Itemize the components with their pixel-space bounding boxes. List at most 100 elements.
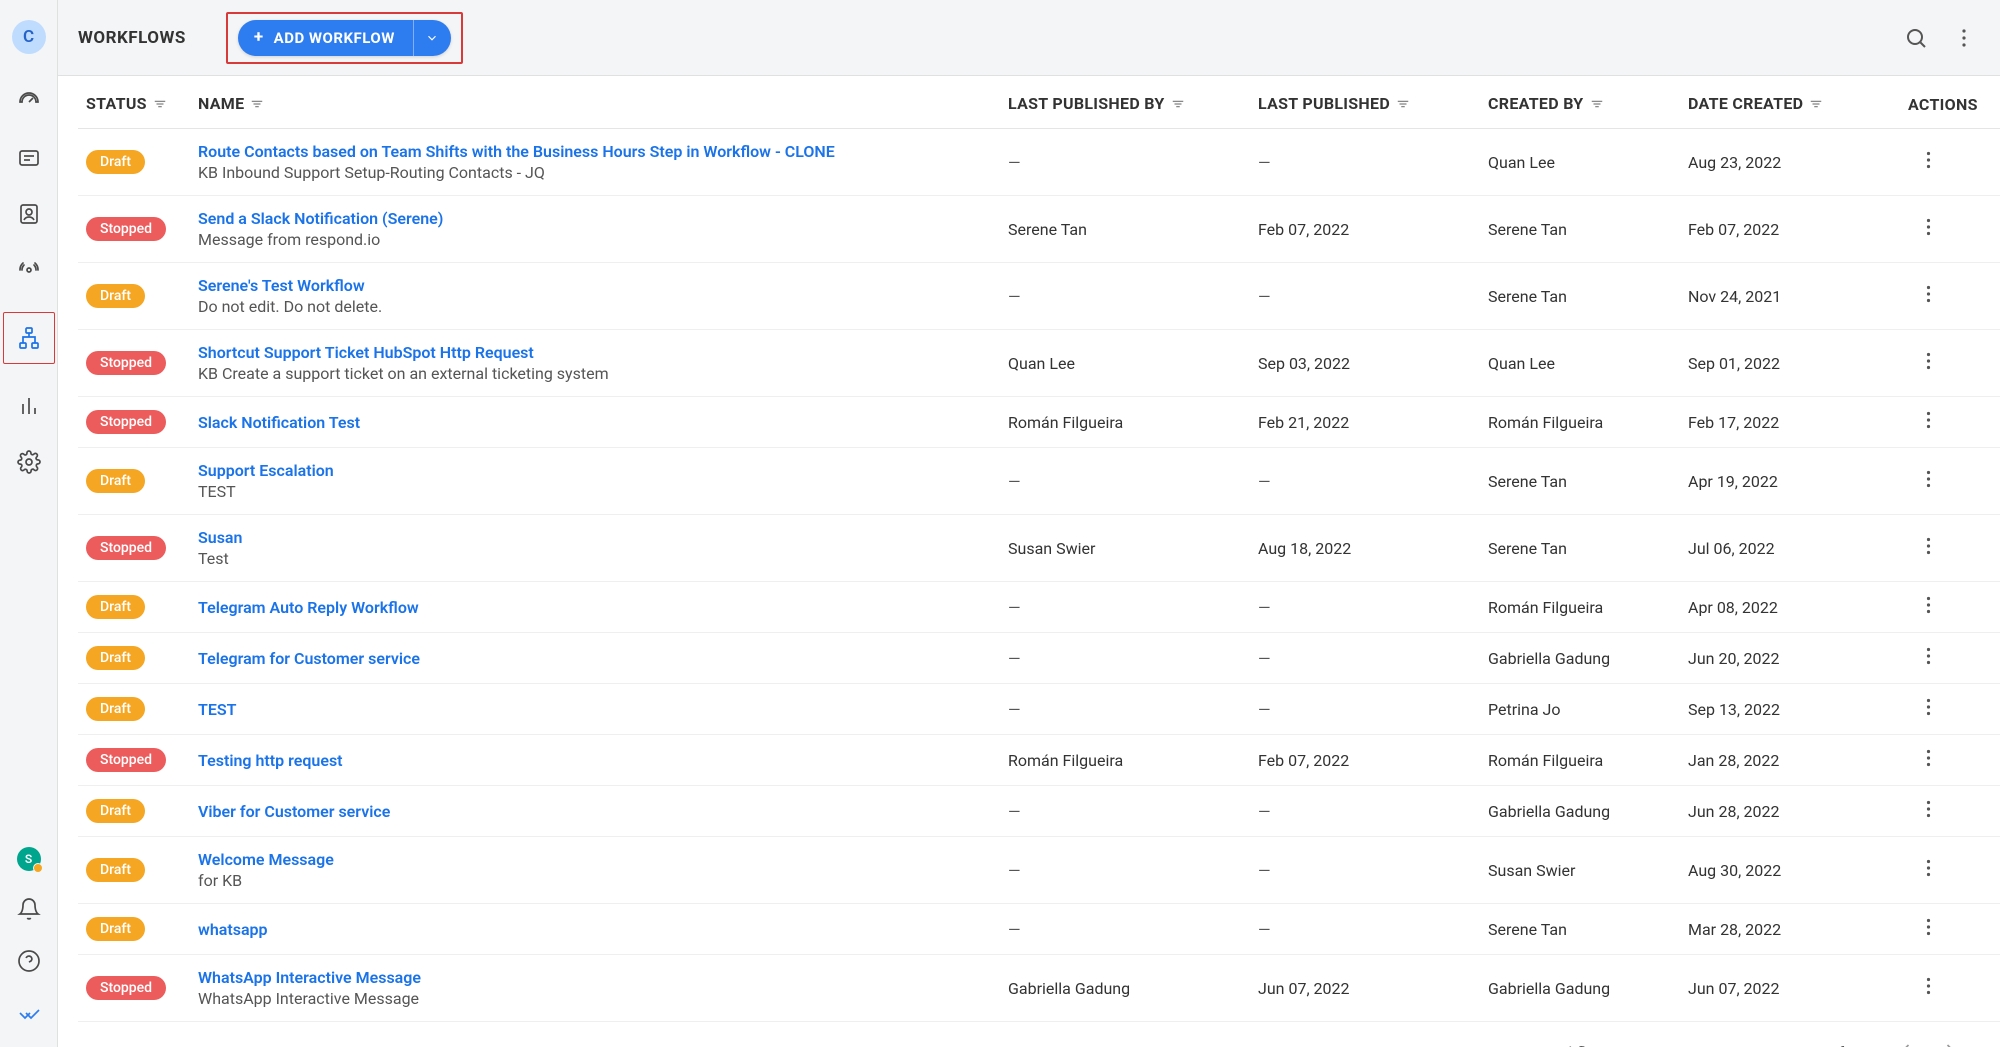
workflow-title[interactable]: TEST xyxy=(198,700,992,719)
workflow-title[interactable]: Support Escalation xyxy=(198,461,992,480)
cell-date-created: Feb 07, 2022 xyxy=(1680,196,1900,263)
col-header-last-pub[interactable]: LAST PUBLISHED xyxy=(1250,76,1480,129)
table-row: Stopped Testing http request Román Filgu… xyxy=(78,735,2000,786)
help-icon[interactable] xyxy=(15,947,43,975)
cell-date-created: Nov 24, 2021 xyxy=(1680,263,1900,330)
topbar-right xyxy=(1904,26,1976,50)
settings-icon[interactable] xyxy=(15,448,43,476)
bell-icon[interactable] xyxy=(15,895,43,923)
cell-created-by: Susan Swier xyxy=(1480,837,1680,904)
cell-created-by: Serene Tan xyxy=(1480,263,1680,330)
cell-last-pub: — xyxy=(1250,263,1480,330)
row-actions-button[interactable] xyxy=(1908,414,1931,433)
add-workflow-button[interactable]: + ADD WORKFLOW xyxy=(238,20,413,56)
workflow-title[interactable]: Welcome Message xyxy=(198,850,992,869)
status-badge: Draft xyxy=(86,858,145,882)
row-actions-button[interactable] xyxy=(1908,473,1931,492)
contacts-icon[interactable] xyxy=(15,200,43,228)
status-badge: Stopped xyxy=(86,976,166,1000)
cell-created-by: Serene Tan xyxy=(1480,515,1680,582)
col-header-name[interactable]: NAME xyxy=(198,76,1000,129)
more-icon[interactable] xyxy=(1952,26,1976,50)
row-actions-button[interactable] xyxy=(1908,355,1931,374)
pager-prev[interactable] xyxy=(1896,1040,1916,1047)
inbox-icon[interactable] xyxy=(15,144,43,172)
cell-last-pub: — xyxy=(1250,837,1480,904)
page-title: WORKFLOWS xyxy=(78,28,186,48)
workspace-avatar[interactable]: C xyxy=(12,20,46,54)
cell-last-pub-by: — xyxy=(1000,904,1250,955)
cell-date-created: Sep 01, 2022 xyxy=(1680,330,1900,397)
workflow-title[interactable]: Susan xyxy=(198,528,992,547)
status-badge: Stopped xyxy=(86,410,166,434)
row-actions-button[interactable] xyxy=(1908,650,1931,669)
cell-last-pub-by: Román Filgueira xyxy=(1000,735,1250,786)
cell-created-by: Quan Lee xyxy=(1480,129,1680,196)
workflow-title[interactable]: Send a Slack Notification (Serene) xyxy=(198,209,992,228)
cell-date-created: Aug 30, 2022 xyxy=(1680,837,1900,904)
workflow-title[interactable]: Telegram Auto Reply Workflow xyxy=(198,598,992,617)
table-row: Stopped SusanTest Susan Swier Aug 18, 20… xyxy=(78,515,2000,582)
cell-created-by: Gabriella Gadung xyxy=(1480,955,1680,1022)
cell-created-by: Serene Tan xyxy=(1480,904,1680,955)
status-badge: Draft xyxy=(86,595,145,619)
pager-nav xyxy=(1896,1040,1960,1047)
col-header-date-created[interactable]: DATE CREATED xyxy=(1680,76,1900,129)
workflow-title[interactable]: Slack Notification Test xyxy=(198,413,992,432)
col-header-last-pub-by[interactable]: LAST PUBLISHED BY xyxy=(1000,76,1250,129)
col-header-created-by[interactable]: CREATED BY xyxy=(1480,76,1680,129)
table-row: Draft TEST — — Petrina Jo Sep 13, 2022 xyxy=(78,684,2000,735)
cell-created-by: Serene Tan xyxy=(1480,448,1680,515)
col-header-status[interactable]: STATUS xyxy=(78,76,198,129)
cell-last-pub: — xyxy=(1250,786,1480,837)
workflow-title[interactable]: whatsapp xyxy=(198,920,992,939)
cell-date-created: Sep 13, 2022 xyxy=(1680,684,1900,735)
cell-last-pub: Feb 07, 2022 xyxy=(1250,196,1480,263)
row-actions-button[interactable] xyxy=(1908,980,1931,999)
cell-date-created: Jul 06, 2022 xyxy=(1680,515,1900,582)
workflow-title[interactable]: Testing http request xyxy=(198,751,992,770)
cell-last-pub-by: Susan Swier xyxy=(1000,515,1250,582)
row-actions-button[interactable] xyxy=(1908,288,1931,307)
row-actions-button[interactable] xyxy=(1908,154,1931,173)
pager-next[interactable] xyxy=(1940,1040,1960,1047)
cell-created-by: Román Filgueira xyxy=(1480,735,1680,786)
workflow-title[interactable]: WhatsApp Interactive Message xyxy=(198,968,992,987)
pager-range: 26-49 of 49 xyxy=(1785,1043,1866,1047)
pager-per-page[interactable]: 25 xyxy=(1715,1043,1755,1047)
broadcast-icon[interactable] xyxy=(15,256,43,284)
row-actions-button[interactable] xyxy=(1908,540,1931,559)
workflow-title[interactable]: Route Contacts based on Team Shifts with… xyxy=(198,142,992,161)
sort-icon xyxy=(1809,95,1823,114)
status-badge: Draft xyxy=(86,917,145,941)
row-actions-button[interactable] xyxy=(1908,599,1931,618)
row-actions-button[interactable] xyxy=(1908,752,1931,771)
add-workflow-dropdown[interactable] xyxy=(413,20,451,56)
status-badge: Draft xyxy=(86,799,145,823)
workflow-desc: Test xyxy=(198,549,992,568)
status-badge: Draft xyxy=(86,469,145,493)
row-actions-button[interactable] xyxy=(1908,921,1931,940)
row-actions-button[interactable] xyxy=(1908,221,1931,240)
table-row: Stopped WhatsApp Interactive MessageWhat… xyxy=(78,955,2000,1022)
cell-date-created: Jun 07, 2022 xyxy=(1680,955,1900,1022)
status-badge: Stopped xyxy=(86,351,166,375)
brand-icon[interactable] xyxy=(15,999,43,1027)
reports-icon[interactable] xyxy=(15,392,43,420)
workflow-title[interactable]: Viber for Customer service xyxy=(198,802,992,821)
workflows-icon[interactable] xyxy=(3,312,55,364)
user-avatar[interactable]: S xyxy=(17,847,41,871)
table-row: Draft Telegram Auto Reply Workflow — — R… xyxy=(78,582,2000,633)
dashboard-icon[interactable] xyxy=(15,88,43,116)
search-icon[interactable] xyxy=(1904,26,1928,50)
cell-created-by: Gabriella Gadung xyxy=(1480,786,1680,837)
cell-last-pub: — xyxy=(1250,448,1480,515)
row-actions-button[interactable] xyxy=(1908,803,1931,822)
cell-last-pub-by: Román Filgueira xyxy=(1000,397,1250,448)
workflow-title[interactable]: Telegram for Customer service xyxy=(198,649,992,668)
cell-last-pub-by: — xyxy=(1000,582,1250,633)
workflow-title[interactable]: Shortcut Support Ticket HubSpot Http Req… xyxy=(198,343,992,362)
workflow-title[interactable]: Serene's Test Workflow xyxy=(198,276,992,295)
row-actions-button[interactable] xyxy=(1908,701,1931,720)
row-actions-button[interactable] xyxy=(1908,862,1931,881)
